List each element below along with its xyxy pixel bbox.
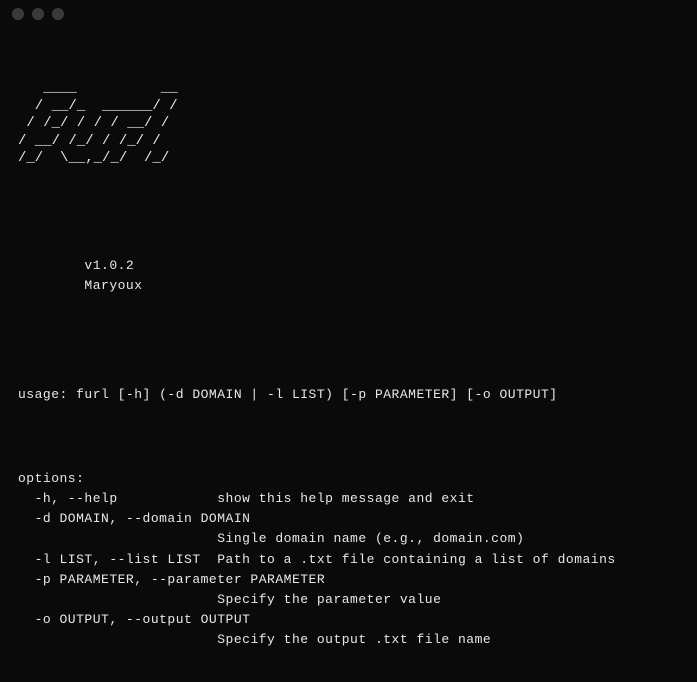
version-text: v1.0.2: [84, 258, 134, 273]
terminal-output: ____ __ / __/_ ______/ / / /_/ / / / __/…: [0, 28, 697, 682]
ascii-banner: ____ __ / __/_ ______/ / / /_/ / / / __/…: [18, 80, 679, 168]
window-titlebar: [0, 0, 697, 28]
option-row: Specify the output .txt file name: [18, 632, 491, 647]
option-desc: Specify the output .txt file name: [217, 632, 491, 647]
option-flag: [18, 531, 217, 546]
option-row: Single domain name (e.g., domain.com): [18, 531, 524, 546]
author-text: Maryoux: [84, 278, 142, 293]
close-icon[interactable]: [12, 8, 24, 20]
option-row: Specify the parameter value: [18, 592, 441, 607]
option-flag: -p PARAMETER, --parameter PARAMETER: [18, 572, 325, 587]
option-row: -o OUTPUT, --output OUTPUT: [18, 612, 250, 627]
option-flag: -o OUTPUT, --output OUTPUT: [18, 612, 250, 627]
option-flag: [18, 592, 217, 607]
usage-line: usage: furl [-h] (-d DOMAIN | -l LIST) […: [18, 385, 679, 405]
option-flag: -l LIST, --list LIST: [18, 552, 217, 567]
option-flag: [18, 632, 217, 647]
options-block: options: -h, --help show this help messa…: [18, 469, 679, 650]
option-flag: -h, --help: [18, 491, 217, 506]
option-desc: Specify the parameter value: [217, 592, 441, 607]
zoom-icon[interactable]: [52, 8, 64, 20]
option-row: -p PARAMETER, --parameter PARAMETER: [18, 572, 325, 587]
option-desc: Single domain name (e.g., domain.com): [217, 531, 524, 546]
option-row: -h, --help show this help message and ex…: [18, 491, 475, 506]
meta-block: v1.0.2 Maryoux: [18, 256, 679, 296]
option-row: -l LIST, --list LIST Path to a .txt file…: [18, 552, 616, 567]
option-flag: -d DOMAIN, --domain DOMAIN: [18, 511, 250, 526]
option-desc: show this help message and exit: [217, 491, 474, 506]
option-row: -d DOMAIN, --domain DOMAIN: [18, 511, 250, 526]
minimize-icon[interactable]: [32, 8, 44, 20]
options-header: options:: [18, 471, 84, 486]
option-desc: Path to a .txt file containing a list of…: [217, 552, 615, 567]
